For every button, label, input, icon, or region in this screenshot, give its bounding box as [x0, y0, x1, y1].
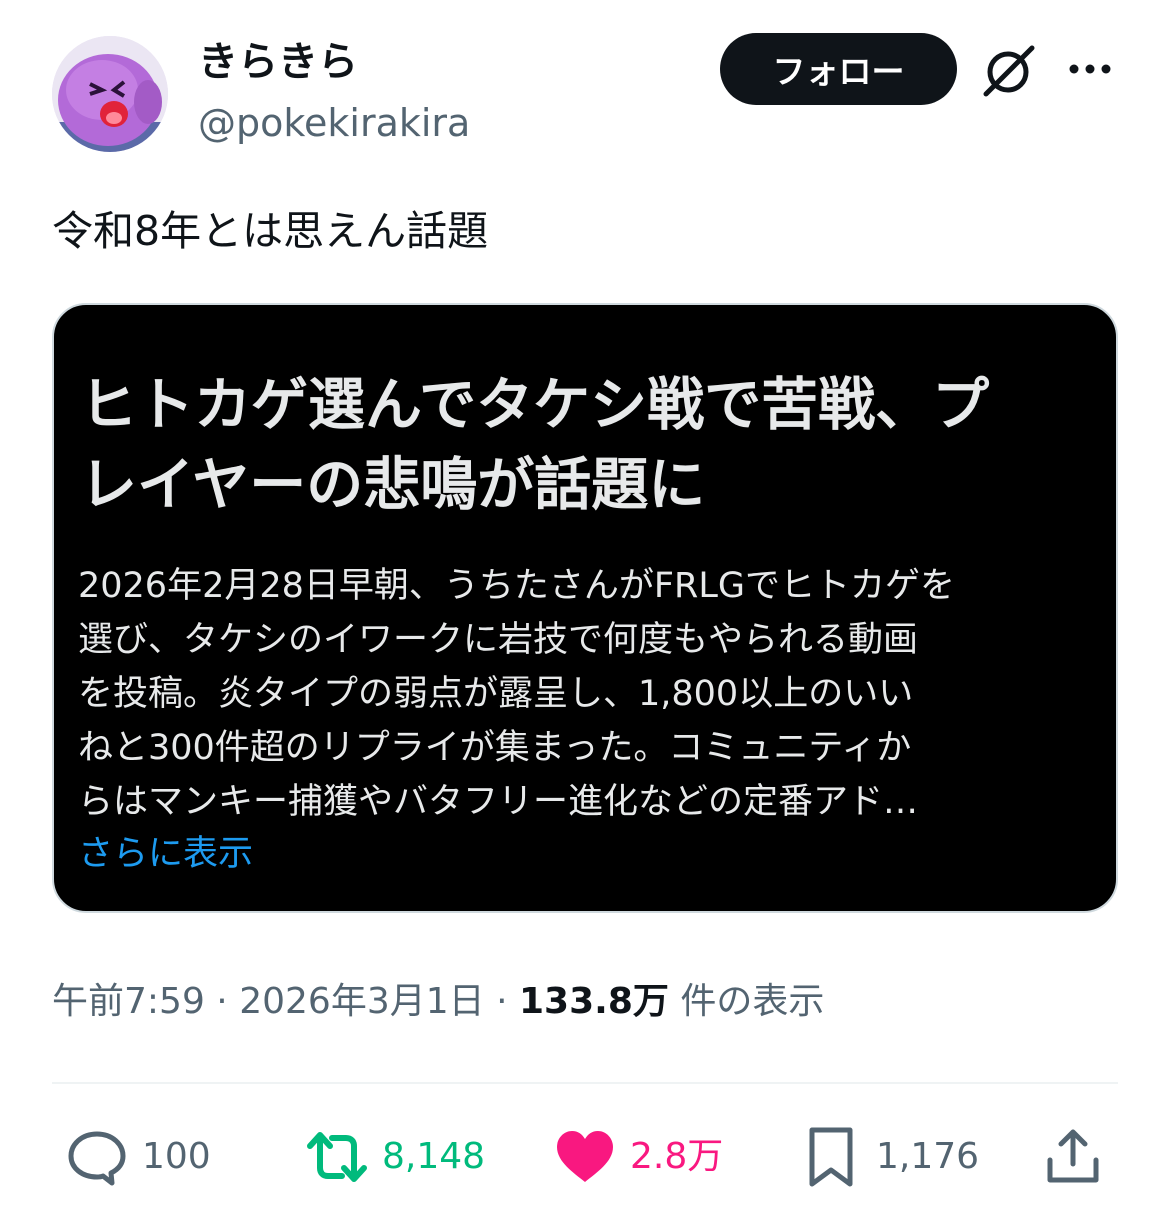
reply-button[interactable]: 100	[66, 1126, 211, 1188]
bookmark-button[interactable]: 1,176	[800, 1126, 979, 1188]
tweet-text: 令和8年とは思えん話題	[52, 207, 489, 255]
bookmark-count: 1,176	[876, 1136, 980, 1177]
share-button[interactable]	[1042, 1126, 1104, 1188]
retweet-count: 8,148	[382, 1136, 486, 1177]
tweet-date[interactable]: 2026年3月1日	[239, 981, 484, 1022]
show-more-link[interactable]: さらに表示	[78, 827, 253, 881]
tweet-time[interactable]: 午前7:59	[52, 981, 205, 1022]
views-label: 件の表示	[680, 981, 825, 1022]
card-body-line: 2026年2月28日早朝、うちたさんがFRLGでヒトカゲを	[78, 566, 955, 606]
purple-creature-avatar-icon	[52, 36, 168, 152]
card-title-line: ヒトカゲ選んでタケシ戦で苦戦、プ	[80, 372, 990, 438]
user-handle[interactable]: @pokekirakira	[198, 98, 470, 148]
display-name[interactable]: きらきら	[198, 36, 358, 88]
more-dots-icon[interactable]	[1066, 54, 1114, 84]
card-body-line: を投稿。炎タイプの弱点が露呈し、1,800以上のいい	[78, 674, 914, 714]
tweet-meta: 午前7:59 · 2026年3月1日 · 133.8万 件の表示	[52, 975, 824, 1029]
card-body: 2026年2月28日早朝、うちたさんがFRLGでヒトカゲを 選び、タケシのイワー…	[78, 559, 1102, 829]
meta-separator: ·	[496, 981, 508, 1022]
card-title: ヒトカゲ選んでタケシ戦で苦戦、プ レイヤーの悲鳴が話題に	[80, 365, 1090, 525]
retweet-icon	[307, 1132, 367, 1182]
bookmark-icon	[809, 1127, 853, 1187]
like-count: 2.8万	[630, 1136, 724, 1177]
meta-separator: ·	[216, 981, 228, 1022]
follow-button[interactable]: フォロー	[720, 33, 957, 105]
reply-icon	[68, 1131, 126, 1186]
views-count[interactable]: 133.8万	[519, 981, 669, 1022]
avatar[interactable]	[52, 36, 168, 152]
card-body-line: らはマンキー捕獲やバタフリー進化などの定番アド…	[78, 782, 919, 822]
card-title-line: レイヤーの悲鳴が話題に	[80, 452, 706, 518]
grok-icon[interactable]	[978, 40, 1040, 102]
divider	[52, 1082, 1118, 1084]
like-button[interactable]: 2.8万	[554, 1126, 723, 1188]
card-body-line: ねと300件超のリプライが集まった。コミュニティか	[78, 728, 912, 768]
card-body-line: 選び、タケシのイワークに岩技で何度もやられる動画	[78, 620, 919, 660]
retweet-button[interactable]: 8,148	[306, 1126, 485, 1188]
share-icon	[1047, 1129, 1099, 1183]
reply-count: 100	[142, 1136, 211, 1177]
heart-icon	[557, 1131, 613, 1182]
summary-card[interactable]: ヒトカゲ選んでタケシ戦で苦戦、プ レイヤーの悲鳴が話題に 2026年2月28日早…	[52, 303, 1118, 913]
